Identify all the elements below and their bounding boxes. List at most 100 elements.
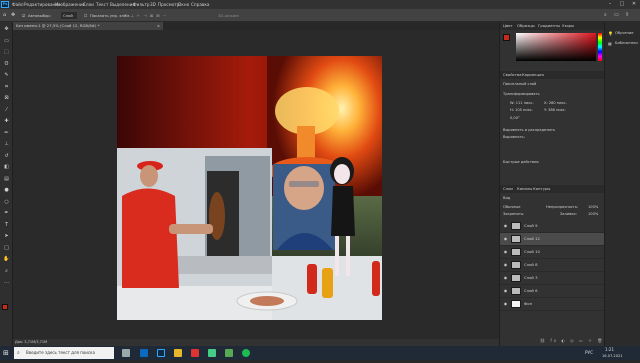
document-canvas[interactable] [117, 56, 382, 320]
blend-mode-dropdown[interactable]: Обычные [503, 205, 520, 209]
tab-patterns[interactable]: Узоры [562, 22, 574, 30]
layer-row[interactable]: ◉ Слой 10 [500, 246, 605, 259]
app-icon-red[interactable] [191, 349, 199, 357]
search-icon[interactable]: ⌕ [604, 9, 607, 22]
eyedropper-tool-icon[interactable]: ⁄ [2, 107, 11, 113]
gradient-tool-icon[interactable]: ▤ [2, 176, 11, 182]
maximize-icon[interactable]: □ [616, 0, 628, 9]
windows-start-icon[interactable]: ⊞ [3, 346, 9, 360]
show-controls-checkbox[interactable]: ☐ [84, 9, 87, 22]
close-tab-icon[interactable]: × [157, 22, 160, 30]
layer-row[interactable]: ◉ Слой 6 [500, 285, 605, 298]
learn-icon[interactable]: 💡 [608, 31, 613, 36]
menu-layers[interactable]: Слои [83, 0, 94, 9]
tab-swatches[interactable]: Образцы [517, 22, 535, 30]
opacity-value[interactable]: 100% [588, 205, 598, 209]
path-select-tool-icon[interactable]: ➤ [2, 233, 11, 239]
foreground-color-tool[interactable] [2, 304, 8, 310]
marquee-tool-icon[interactable]: ⬚ [2, 49, 11, 55]
move-icon[interactable]: ✥ [11, 9, 15, 22]
artboard-tool-icon[interactable]: ▭ [2, 38, 11, 44]
tab-adjustments[interactable]: Коррекция [522, 71, 544, 79]
tab-color[interactable]: Цвет [503, 22, 513, 30]
visibility-eye-icon[interactable]: ◉ [503, 233, 508, 245]
spotify-icon[interactable] [242, 349, 250, 357]
clock-date[interactable]: 16.07.2021 [602, 349, 623, 363]
menu-file[interactable]: Файл [12, 0, 24, 9]
layer-row[interactable]: ◉ Фон [500, 298, 605, 311]
menu-select[interactable]: Выделение [110, 0, 135, 9]
language-indicator[interactable]: РУС [585, 346, 593, 360]
move-tool-icon[interactable]: ✥ [2, 26, 11, 32]
align-icons[interactable]: ⊤ ⊥ ⊢ ⊣ ⊠ ⊞ ⋯ [124, 9, 168, 22]
visibility-eye-icon[interactable]: ◉ [503, 272, 508, 284]
stamp-tool-icon[interactable]: ⊥ [2, 141, 11, 147]
healing-tool-icon[interactable]: ✚ [2, 118, 11, 124]
blur-tool-icon[interactable]: ● [2, 187, 11, 193]
layer-filter-kind[interactable]: Вид [503, 196, 510, 200]
height-field[interactable]: H: 105 пикс. [510, 108, 533, 112]
fill-value[interactable]: 100% [588, 212, 598, 216]
tab-gradients[interactable]: Градиенты [538, 22, 560, 30]
close-icon[interactable]: ✕ [628, 0, 640, 9]
edge-icon[interactable] [140, 349, 148, 357]
pen-tool-icon[interactable]: ✒ [2, 210, 11, 216]
type-tool-icon[interactable]: T [2, 222, 11, 228]
workspace-icon[interactable]: ▭ [614, 9, 619, 22]
quick-select-tool-icon[interactable]: ✎ [2, 72, 11, 78]
eraser-tool-icon[interactable]: ◧ [2, 164, 11, 170]
layers-footer-buttons[interactable]: ⛓ fx ◐ ◎ ▭ ＋ 🗑 [500, 336, 605, 346]
menu-3d[interactable]: 3D [150, 0, 156, 9]
width-field[interactable]: W: 111 пикс. [510, 101, 534, 105]
layer-row[interactable]: ◉ Слой 3 [500, 272, 605, 285]
tab-properties[interactable]: Свойства [503, 71, 522, 79]
menu-window[interactable]: Окно [178, 0, 189, 9]
hue-slider[interactable] [598, 33, 602, 61]
brush-tool-icon[interactable]: ✏ [2, 130, 11, 136]
menu-view[interactable]: Просмотр [158, 0, 180, 9]
app-icon-terminal[interactable] [225, 349, 233, 357]
x-field[interactable]: X: 280 пикс. [544, 101, 567, 105]
checkbox-icon[interactable]: ☑ [22, 9, 25, 22]
tab-paths[interactable]: Контуры [533, 185, 550, 193]
lasso-tool-icon[interactable]: ʘ [2, 61, 11, 67]
home-icon[interactable]: ⌂ [3, 9, 6, 22]
foreground-color-swatch[interactable] [503, 34, 510, 41]
color-picker-field[interactable] [516, 33, 596, 61]
task-view-icon[interactable] [122, 349, 130, 357]
taskbar-search-box[interactable]: ⌕ Введите здесь текст для поиска [14, 347, 114, 359]
visibility-eye-icon[interactable]: ◉ [503, 220, 508, 232]
share-icon[interactable]: ⇪ [625, 9, 629, 22]
minimize-icon[interactable]: – [604, 0, 616, 9]
side-item-learn[interactable]: Обучение [615, 31, 633, 35]
app-icon-green[interactable] [208, 349, 216, 357]
hand-tool-icon[interactable]: ✋ [2, 256, 11, 262]
angle-field[interactable]: 0,00° [510, 116, 520, 120]
menu-help[interactable]: Справка [191, 0, 209, 9]
visibility-eye-icon[interactable]: ◉ [503, 259, 508, 271]
zoom-tool-icon[interactable]: ⌕ [2, 268, 11, 274]
tab-channels[interactable]: Каналы [517, 185, 532, 193]
explorer-icon[interactable] [174, 349, 182, 357]
photoshop-taskbar-icon[interactable] [157, 349, 165, 357]
history-brush-tool-icon[interactable]: ↺ [2, 153, 11, 159]
menu-filter[interactable]: Фильтр [133, 0, 150, 9]
auto-select-dropdown[interactable]: Слой [61, 12, 77, 19]
menu-type[interactable]: Текст [96, 0, 108, 9]
layer-row[interactable]: ◉ Слой 8 [500, 259, 605, 272]
visibility-eye-icon[interactable]: ◉ [503, 285, 508, 297]
dodge-tool-icon[interactable]: ○ [2, 199, 11, 205]
layer-row[interactable]: ◉ Слой 9 [500, 220, 605, 233]
frame-tool-icon[interactable]: ⊠ [2, 95, 11, 101]
y-field[interactable]: Y: 386 пикс. [544, 108, 566, 112]
visibility-eye-icon[interactable]: ◉ [503, 298, 508, 310]
document-tab[interactable]: Без имени-1 @ 27,5% (Слой 12, RGB/8#) * … [13, 22, 163, 30]
layer-row[interactable]: ◉ Слой 12 [500, 233, 605, 246]
visibility-eye-icon[interactable]: ◉ [503, 246, 508, 258]
more-tools-icon[interactable]: … [2, 279, 11, 285]
tab-layers[interactable]: Слои [503, 185, 513, 193]
menu-image[interactable]: Изображение [55, 0, 85, 9]
libraries-icon[interactable]: ▦ [608, 41, 612, 46]
side-item-libraries[interactable]: Библиотеки [615, 41, 638, 45]
rectangle-tool-icon[interactable]: □ [2, 245, 11, 251]
